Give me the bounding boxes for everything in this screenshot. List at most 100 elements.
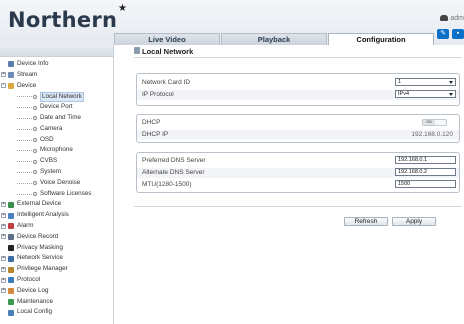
folder-icon xyxy=(8,82,14,89)
preferred-dns-row: Preferred DNS Server 192.168.0.1 xyxy=(142,156,456,166)
sidebar-item-camera[interactable]: Camera xyxy=(0,124,113,135)
sidebar-item-device-log[interactable]: + Device Log xyxy=(0,286,113,297)
maintenance-icon xyxy=(8,298,14,305)
tab-live-video[interactable]: Live Video xyxy=(114,33,220,45)
dhcp-ip-row: DHCP IP 192.168.0.120 xyxy=(137,130,459,140)
sidebar-item-protocol[interactable]: + Protocol xyxy=(0,275,113,286)
tab-playback[interactable]: Playback xyxy=(221,33,327,45)
sidebar-item-external-device[interactable]: + External Device xyxy=(0,199,113,210)
expand-icon[interactable]: + xyxy=(1,266,6,272)
sidebar-item-label: Software Licenses xyxy=(40,189,92,197)
sidebar-item-label: OSD xyxy=(40,135,54,143)
dhcp-label: DHCP xyxy=(142,119,161,126)
mtu-input[interactable]: 1500 xyxy=(395,180,456,188)
sidebar-item-maintenance[interactable]: Maintenance xyxy=(0,297,113,308)
sidebar-item-network-service[interactable]: + Network Service xyxy=(0,253,113,264)
sidebar-item-device-port[interactable]: Device Port xyxy=(0,102,113,113)
network-card-select[interactable]: 1 xyxy=(395,78,456,86)
sidebar-item-local-network[interactable]: Local Network xyxy=(0,91,113,103)
title-divider xyxy=(134,57,462,58)
dhcp-toggle[interactable]: ON xyxy=(422,119,447,126)
tree-node-icon xyxy=(33,170,37,175)
sidebar-item-label: Local Network xyxy=(40,92,84,103)
sidebar-item-device-info[interactable]: Device Info xyxy=(0,59,113,70)
alternate-dns-input[interactable]: 192.168.0.2 xyxy=(395,168,456,176)
sidebar-item-date-and-time[interactable]: Date and Time xyxy=(0,113,113,124)
sidebar-item-label: Device Log xyxy=(17,286,49,294)
sidebar-item-osd[interactable]: OSD xyxy=(0,135,113,146)
user-account[interactable]: adm xyxy=(440,15,464,22)
network-card-row: Network Card ID 1 xyxy=(142,78,456,88)
sidebar-item-label: Voice Denoise xyxy=(40,178,81,186)
sidebar-item-privacy-masking[interactable]: Privacy Masking xyxy=(0,243,113,254)
tree-node-icon xyxy=(33,116,37,121)
sidebar-item-label: Camera xyxy=(40,124,63,132)
sidebar-item-voice-denoise[interactable]: Voice Denoise xyxy=(0,178,113,189)
sidebar-item-system[interactable]: System xyxy=(0,167,113,178)
tree-node-icon xyxy=(33,159,37,164)
record-icon xyxy=(8,234,14,241)
sidebar-item-device[interactable]: - Device xyxy=(0,81,113,92)
expand-icon[interactable]: + xyxy=(1,255,6,261)
sidebar-item-label: Privilege Manager xyxy=(17,265,68,273)
collapse-icon[interactable]: - xyxy=(1,83,6,89)
expand-icon[interactable]: + xyxy=(1,277,6,283)
expand-icon[interactable]: + xyxy=(1,288,6,294)
main-content: Local Network Network Card ID 1 IP Proto… xyxy=(114,45,464,324)
refresh-button[interactable]: Refresh xyxy=(344,217,388,226)
apply-button[interactable]: Apply xyxy=(392,217,436,226)
sidebar-item-label: Device Record xyxy=(17,232,59,240)
config-tree: Device Info + Stream - Device Local Network De… xyxy=(0,59,113,318)
brand-logo: Northern ★ xyxy=(8,3,128,32)
dhcp-ip-value: 192.168.0.120 xyxy=(411,131,453,138)
tree-node-icon xyxy=(33,137,37,142)
tab-configuration[interactable]: Configuration xyxy=(328,33,434,45)
sidebar-item-label: Privacy Masking xyxy=(17,243,63,251)
sidebar-item-label: Device Info xyxy=(17,60,49,67)
page-title: Local Network xyxy=(142,47,194,56)
sidebar-item-cvbs[interactable]: CVBS xyxy=(0,156,113,167)
log-icon xyxy=(8,288,14,295)
info-icon xyxy=(8,61,14,68)
sidebar-item-label: Device Port xyxy=(40,103,73,111)
sidebar-item-label: Device xyxy=(17,81,37,89)
sidebar-item-microphone[interactable]: Microphone xyxy=(0,145,113,156)
sidebar-item-label: Date and Time xyxy=(40,113,81,121)
sidebar-item-label: CVBS xyxy=(40,157,58,165)
sidebar-item-intelligent-analysis[interactable]: + Intelligent Analysis xyxy=(0,210,113,221)
local-config-icon xyxy=(8,309,14,316)
dhcp-panel: DHCP ON DHCP IP 192.168.0.120 xyxy=(136,114,460,143)
sidebar-item-label: Local Config xyxy=(17,308,53,316)
sidebar-item-alarm[interactable]: + Alarm xyxy=(0,221,113,232)
sidebar-item-local-config[interactable]: Local Config xyxy=(0,307,113,318)
expand-icon[interactable]: + xyxy=(1,212,6,218)
tree-node-icon xyxy=(33,105,37,110)
expand-icon[interactable]: + xyxy=(1,201,6,207)
preferred-dns-input[interactable]: 192.168.0.1 xyxy=(395,156,456,164)
sidebar-item-privilege-manager[interactable]: + Privilege Manager xyxy=(0,264,113,275)
sidebar-item-software-licenses[interactable]: Software Licenses xyxy=(0,189,113,200)
ip-protocol-select[interactable]: IPv4 xyxy=(395,90,456,98)
config-sidebar: Device Info + Stream - Device Local Network De… xyxy=(0,45,114,324)
alternate-dns-label: Alternate DNS Server xyxy=(142,169,205,176)
sidebar-item-stream[interactable]: + Stream xyxy=(0,70,113,81)
tree-node-icon xyxy=(33,191,37,196)
tree-node-icon xyxy=(33,127,37,132)
logo-star-icon: ★ xyxy=(118,3,128,14)
sidebar-item-label: Microphone xyxy=(40,146,73,154)
sidebar-item-label: Network Service xyxy=(17,254,63,262)
sidebar-item-label: Stream xyxy=(17,70,38,78)
alarm-icon xyxy=(8,223,14,230)
app-header: Northern ★ adm ✎ ▪ Live Video Playback Co… xyxy=(0,0,464,45)
sidebar-header-bar xyxy=(0,45,113,57)
main-tabs: Live Video Playback Configuration xyxy=(114,33,464,45)
expand-icon[interactable]: + xyxy=(1,234,6,240)
sidebar-item-device-record[interactable]: + Device Record xyxy=(0,232,113,243)
user-icon xyxy=(440,15,449,21)
chevron-down-icon xyxy=(449,80,453,84)
expand-icon[interactable]: + xyxy=(1,72,6,78)
dhcp-row: DHCP ON xyxy=(142,118,453,128)
ip-protocol-label: IP Protocol xyxy=(142,91,174,98)
expand-icon[interactable]: + xyxy=(1,223,6,229)
protocol-icon xyxy=(8,277,14,284)
